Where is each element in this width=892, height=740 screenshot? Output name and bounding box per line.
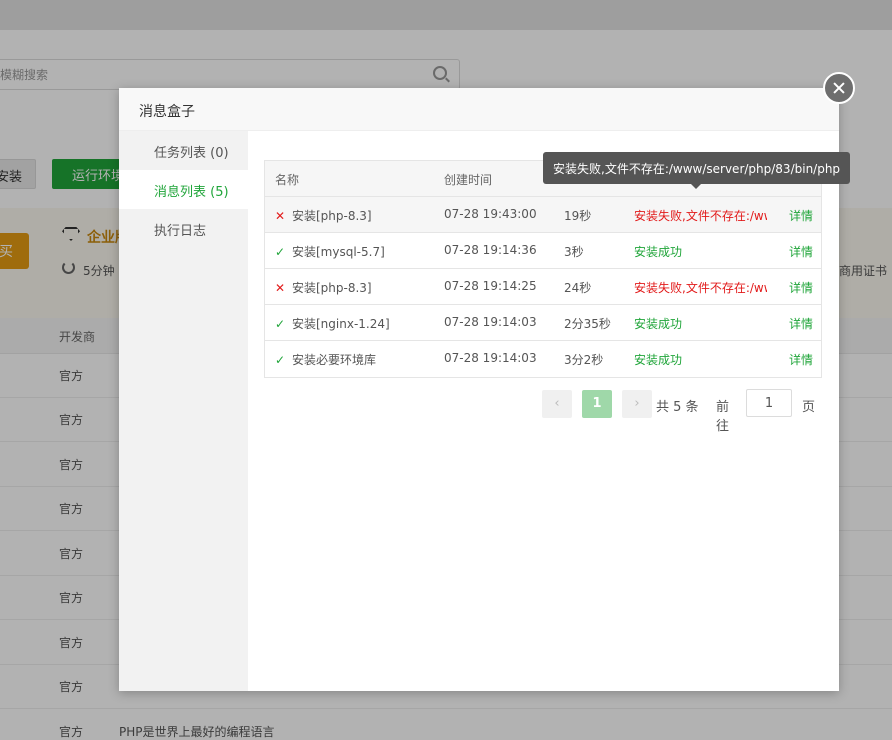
- task-name: 安装[php-8.3]: [292, 209, 372, 223]
- cross-icon: ✕: [275, 281, 286, 295]
- task-duration: 3秒: [564, 245, 584, 259]
- header-name: 名称: [275, 173, 300, 187]
- task-name: 安装[php-8.3]: [292, 281, 372, 295]
- task-time: 07-28 19:43:00: [444, 207, 537, 221]
- task-time: 07-28 19:14:25: [444, 279, 537, 293]
- task-time: 07-28 19:14:36: [444, 243, 537, 257]
- close-icon[interactable]: [823, 72, 855, 104]
- next-page-button[interactable]: ›: [622, 390, 652, 418]
- check-icon: ✓: [275, 317, 286, 331]
- task-duration: 24秒: [564, 281, 592, 295]
- task-result: 安装成功: [634, 317, 683, 331]
- task-name: 安装[nginx-1.24]: [292, 317, 390, 331]
- dialog-body: 任务列表 (0) 消息列表 (5) 执行日志 名称 创建时间 ✕ 安装[php-8…: [119, 131, 839, 691]
- total-count: 共 5 条: [656, 400, 699, 415]
- task-name: 安装[mysql-5.7]: [292, 245, 385, 259]
- task-result: 安装成功: [634, 245, 683, 259]
- goto-label: 前往: [716, 400, 730, 434]
- page-number-current[interactable]: 1: [582, 390, 612, 418]
- table-row: ✕ 安装[php-8.3] 07-28 19:14:25 24秒 安装失败,文件不…: [265, 269, 821, 305]
- task-time: 07-28 19:14:03: [444, 315, 537, 329]
- sidebar: 任务列表 (0) 消息列表 (5) 执行日志: [119, 131, 248, 691]
- result-tooltip: 安装失败,文件不存在:/www/server/php/83/bin/php: [543, 152, 851, 189]
- table-row: ✓ 安装[mysql-5.7] 07-28 19:14:36 3秒 安装成功 详情: [265, 233, 821, 269]
- task-result: 安装成功: [634, 353, 683, 367]
- tab-task-list[interactable]: 任务列表 (0): [119, 131, 248, 170]
- table-row: ✓ 安装[nginx-1.24] 07-28 19:14:03 2分35秒 安装成…: [265, 305, 821, 341]
- task-time: 07-28 19:14:03: [444, 351, 537, 365]
- task-duration: 3分2秒: [564, 353, 604, 367]
- dialog-title: 消息盒子: [119, 88, 839, 131]
- details-link[interactable]: 详情: [789, 351, 819, 368]
- header-time: 创建时间: [444, 173, 493, 187]
- details-link[interactable]: 详情: [789, 243, 819, 260]
- table-row: ✕ 安装[php-8.3] 07-28 19:43:00 19秒 安装失败,文件不…: [265, 197, 821, 233]
- tab-execution-log[interactable]: 执行日志: [119, 209, 248, 248]
- check-icon: ✓: [275, 353, 286, 367]
- prev-page-button[interactable]: ‹: [542, 390, 572, 418]
- message-list-panel: 名称 创建时间 ✕ 安装[php-8.3] 07-28 19:43:00 19秒 …: [248, 131, 839, 691]
- goto-page-input[interactable]: [746, 389, 792, 417]
- task-name: 安装必要环境库: [292, 353, 377, 367]
- page-unit: 页: [802, 400, 816, 415]
- task-duration: 2分35秒: [564, 317, 611, 331]
- details-link[interactable]: 详情: [789, 315, 819, 332]
- table-row: ✓ 安装必要环境库 07-28 19:14:03 3分2秒 安装成功 详情: [265, 341, 821, 377]
- task-result: 安装失败,文件不存在:/www/server/php/83/bin/php: [634, 209, 767, 223]
- task-duration: 19秒: [564, 209, 592, 223]
- cross-icon: ✕: [275, 209, 286, 223]
- check-icon: ✓: [275, 245, 286, 259]
- task-result: 安装失败,文件不存在:/www/server/php/83/bin/php: [634, 281, 767, 295]
- tab-message-list[interactable]: 消息列表 (5): [119, 170, 248, 209]
- details-link[interactable]: 详情: [789, 279, 819, 296]
- details-link[interactable]: 详情: [789, 207, 819, 224]
- message-table: 名称 创建时间 ✕ 安装[php-8.3] 07-28 19:43:00 19秒 …: [264, 160, 822, 378]
